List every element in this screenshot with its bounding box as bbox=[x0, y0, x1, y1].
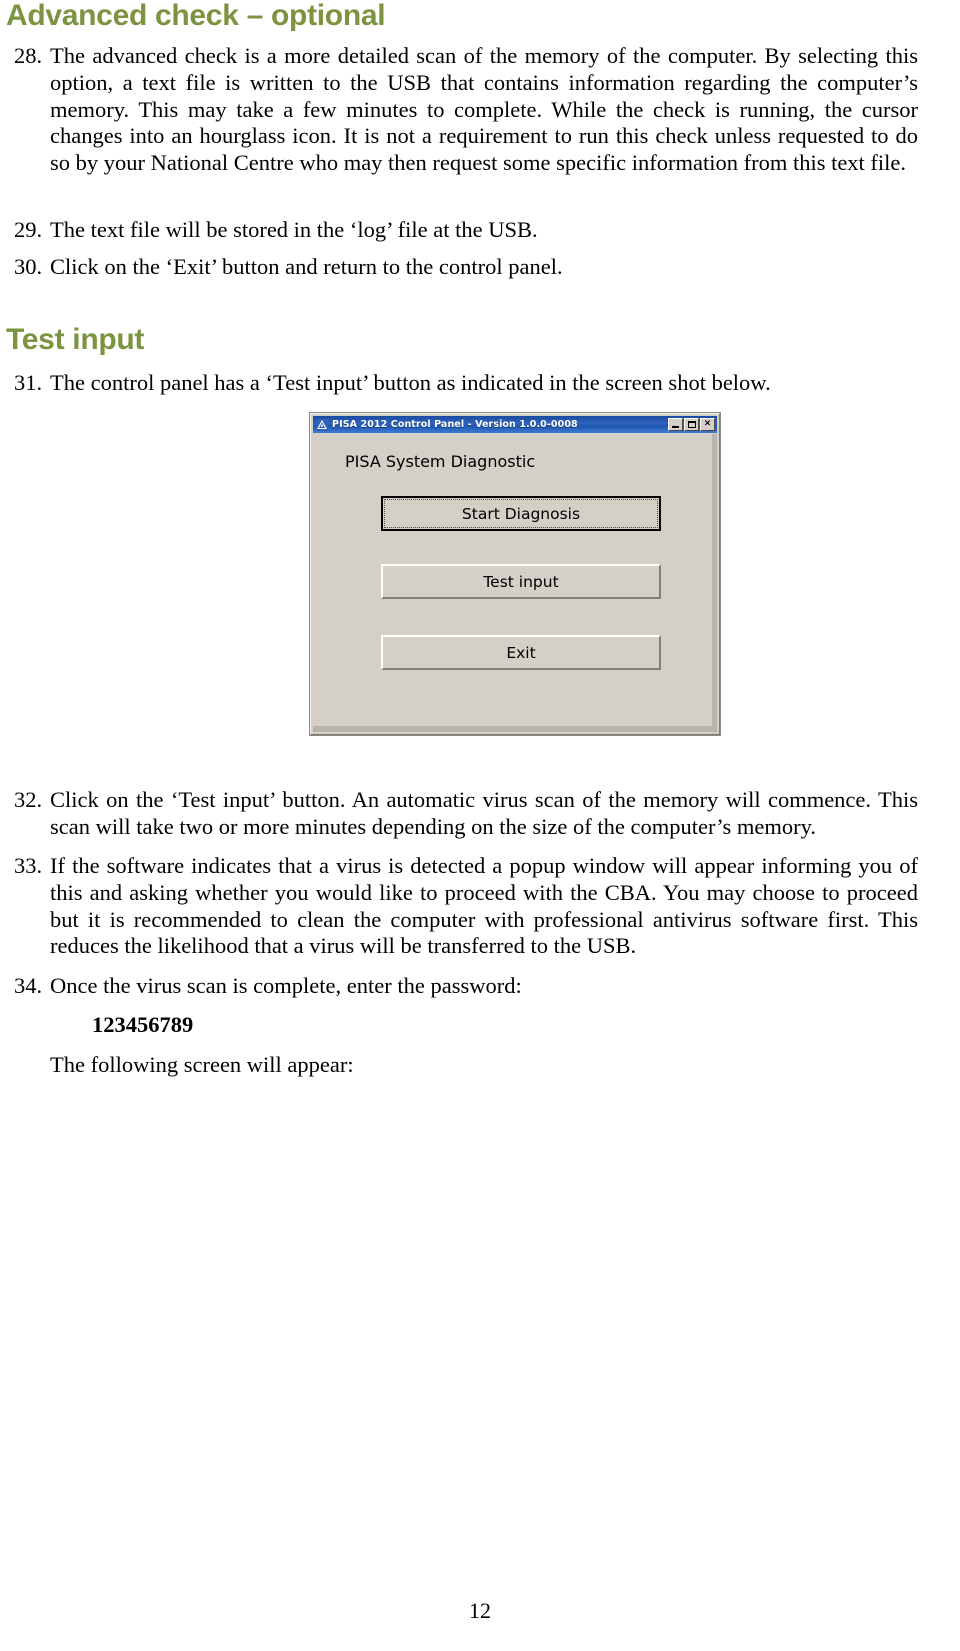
close-icon: × bbox=[703, 418, 712, 429]
list-item-text: Click on the ‘Test input’ button. An aut… bbox=[50, 787, 918, 839]
dialog-heading-label: PISA System Diagnostic bbox=[345, 452, 536, 471]
start-diagnosis-button-label: Start Diagnosis bbox=[461, 504, 581, 523]
minimize-button[interactable] bbox=[668, 418, 683, 431]
app-icon bbox=[316, 418, 328, 431]
page-heading-test-input: Test input bbox=[6, 323, 145, 356]
list-item-text: If the software indicates that a virus i… bbox=[50, 853, 918, 959]
minimize-icon bbox=[672, 426, 679, 428]
document-page: Advanced check – optional 28. The advanc… bbox=[0, 0, 960, 1651]
list-item-number: 30. bbox=[14, 254, 43, 279]
list-item-number: 32. bbox=[14, 787, 43, 812]
list-item-number: 31. bbox=[14, 370, 43, 395]
maximize-icon bbox=[687, 421, 696, 428]
dialog-titlebar[interactable]: PISA 2012 Control Panel - Version 1.0.0-… bbox=[313, 416, 717, 433]
list-item-number: 29. bbox=[14, 217, 43, 242]
test-input-button[interactable]: Test input bbox=[381, 564, 661, 599]
dialog-window: PISA 2012 Control Panel - Version 1.0.0-… bbox=[310, 413, 720, 735]
list-item: 32. Click on the ‘Test input’ button. An… bbox=[6, 787, 918, 841]
list-item-text: Click on the ‘Exit’ button and return to… bbox=[50, 254, 563, 279]
list-item-text: The advanced check is a more detailed sc… bbox=[50, 43, 918, 176]
list-item-text: The control panel has a ‘Test input’ but… bbox=[50, 370, 771, 395]
exit-button-label: Exit bbox=[506, 643, 536, 662]
list-item: 30. Click on the ‘Exit’ button and retur… bbox=[6, 254, 918, 281]
password-value: 123456789 bbox=[92, 1012, 194, 1037]
list-item: 28. The advanced check is a more detaile… bbox=[6, 43, 918, 177]
window-controls: × bbox=[668, 418, 715, 431]
close-button[interactable]: × bbox=[700, 418, 715, 431]
list-item: 33. If the software indicates that a vir… bbox=[6, 853, 918, 960]
exit-button[interactable]: Exit bbox=[381, 635, 661, 670]
maximize-button[interactable] bbox=[684, 418, 699, 431]
start-diagnosis-button[interactable]: Start Diagnosis bbox=[381, 496, 661, 531]
list-item-number: 34. bbox=[14, 973, 43, 998]
list-item-number: 33. bbox=[14, 853, 43, 878]
dialog-bottom-shadow bbox=[313, 726, 717, 732]
page-number: 12 bbox=[469, 1598, 491, 1623]
embedded-screenshot-control-panel: PISA 2012 Control Panel - Version 1.0.0-… bbox=[309, 412, 721, 736]
list-item-text: The text file will be stored in the ‘log… bbox=[50, 217, 538, 242]
list-item: 34. Once the virus scan is complete, ent… bbox=[6, 973, 918, 1000]
dialog-client-area: PISA System Diagnostic Start Diagnosis T… bbox=[313, 434, 717, 732]
list-item: 31. The control panel has a ‘Test input’… bbox=[6, 370, 918, 397]
list-item: 29. The text file will be stored in the … bbox=[6, 217, 918, 244]
following-screen-note: The following screen will appear: bbox=[50, 1052, 354, 1077]
dialog-right-shadow bbox=[712, 434, 717, 732]
list-item-number: 28. bbox=[14, 43, 43, 68]
dialog-title: PISA 2012 Control Panel - Version 1.0.0-… bbox=[332, 419, 578, 430]
page-heading-advanced-check: Advanced check – optional bbox=[6, 0, 386, 32]
list-item-text: Once the virus scan is complete, enter t… bbox=[50, 973, 522, 998]
test-input-button-label: Test input bbox=[483, 572, 559, 591]
